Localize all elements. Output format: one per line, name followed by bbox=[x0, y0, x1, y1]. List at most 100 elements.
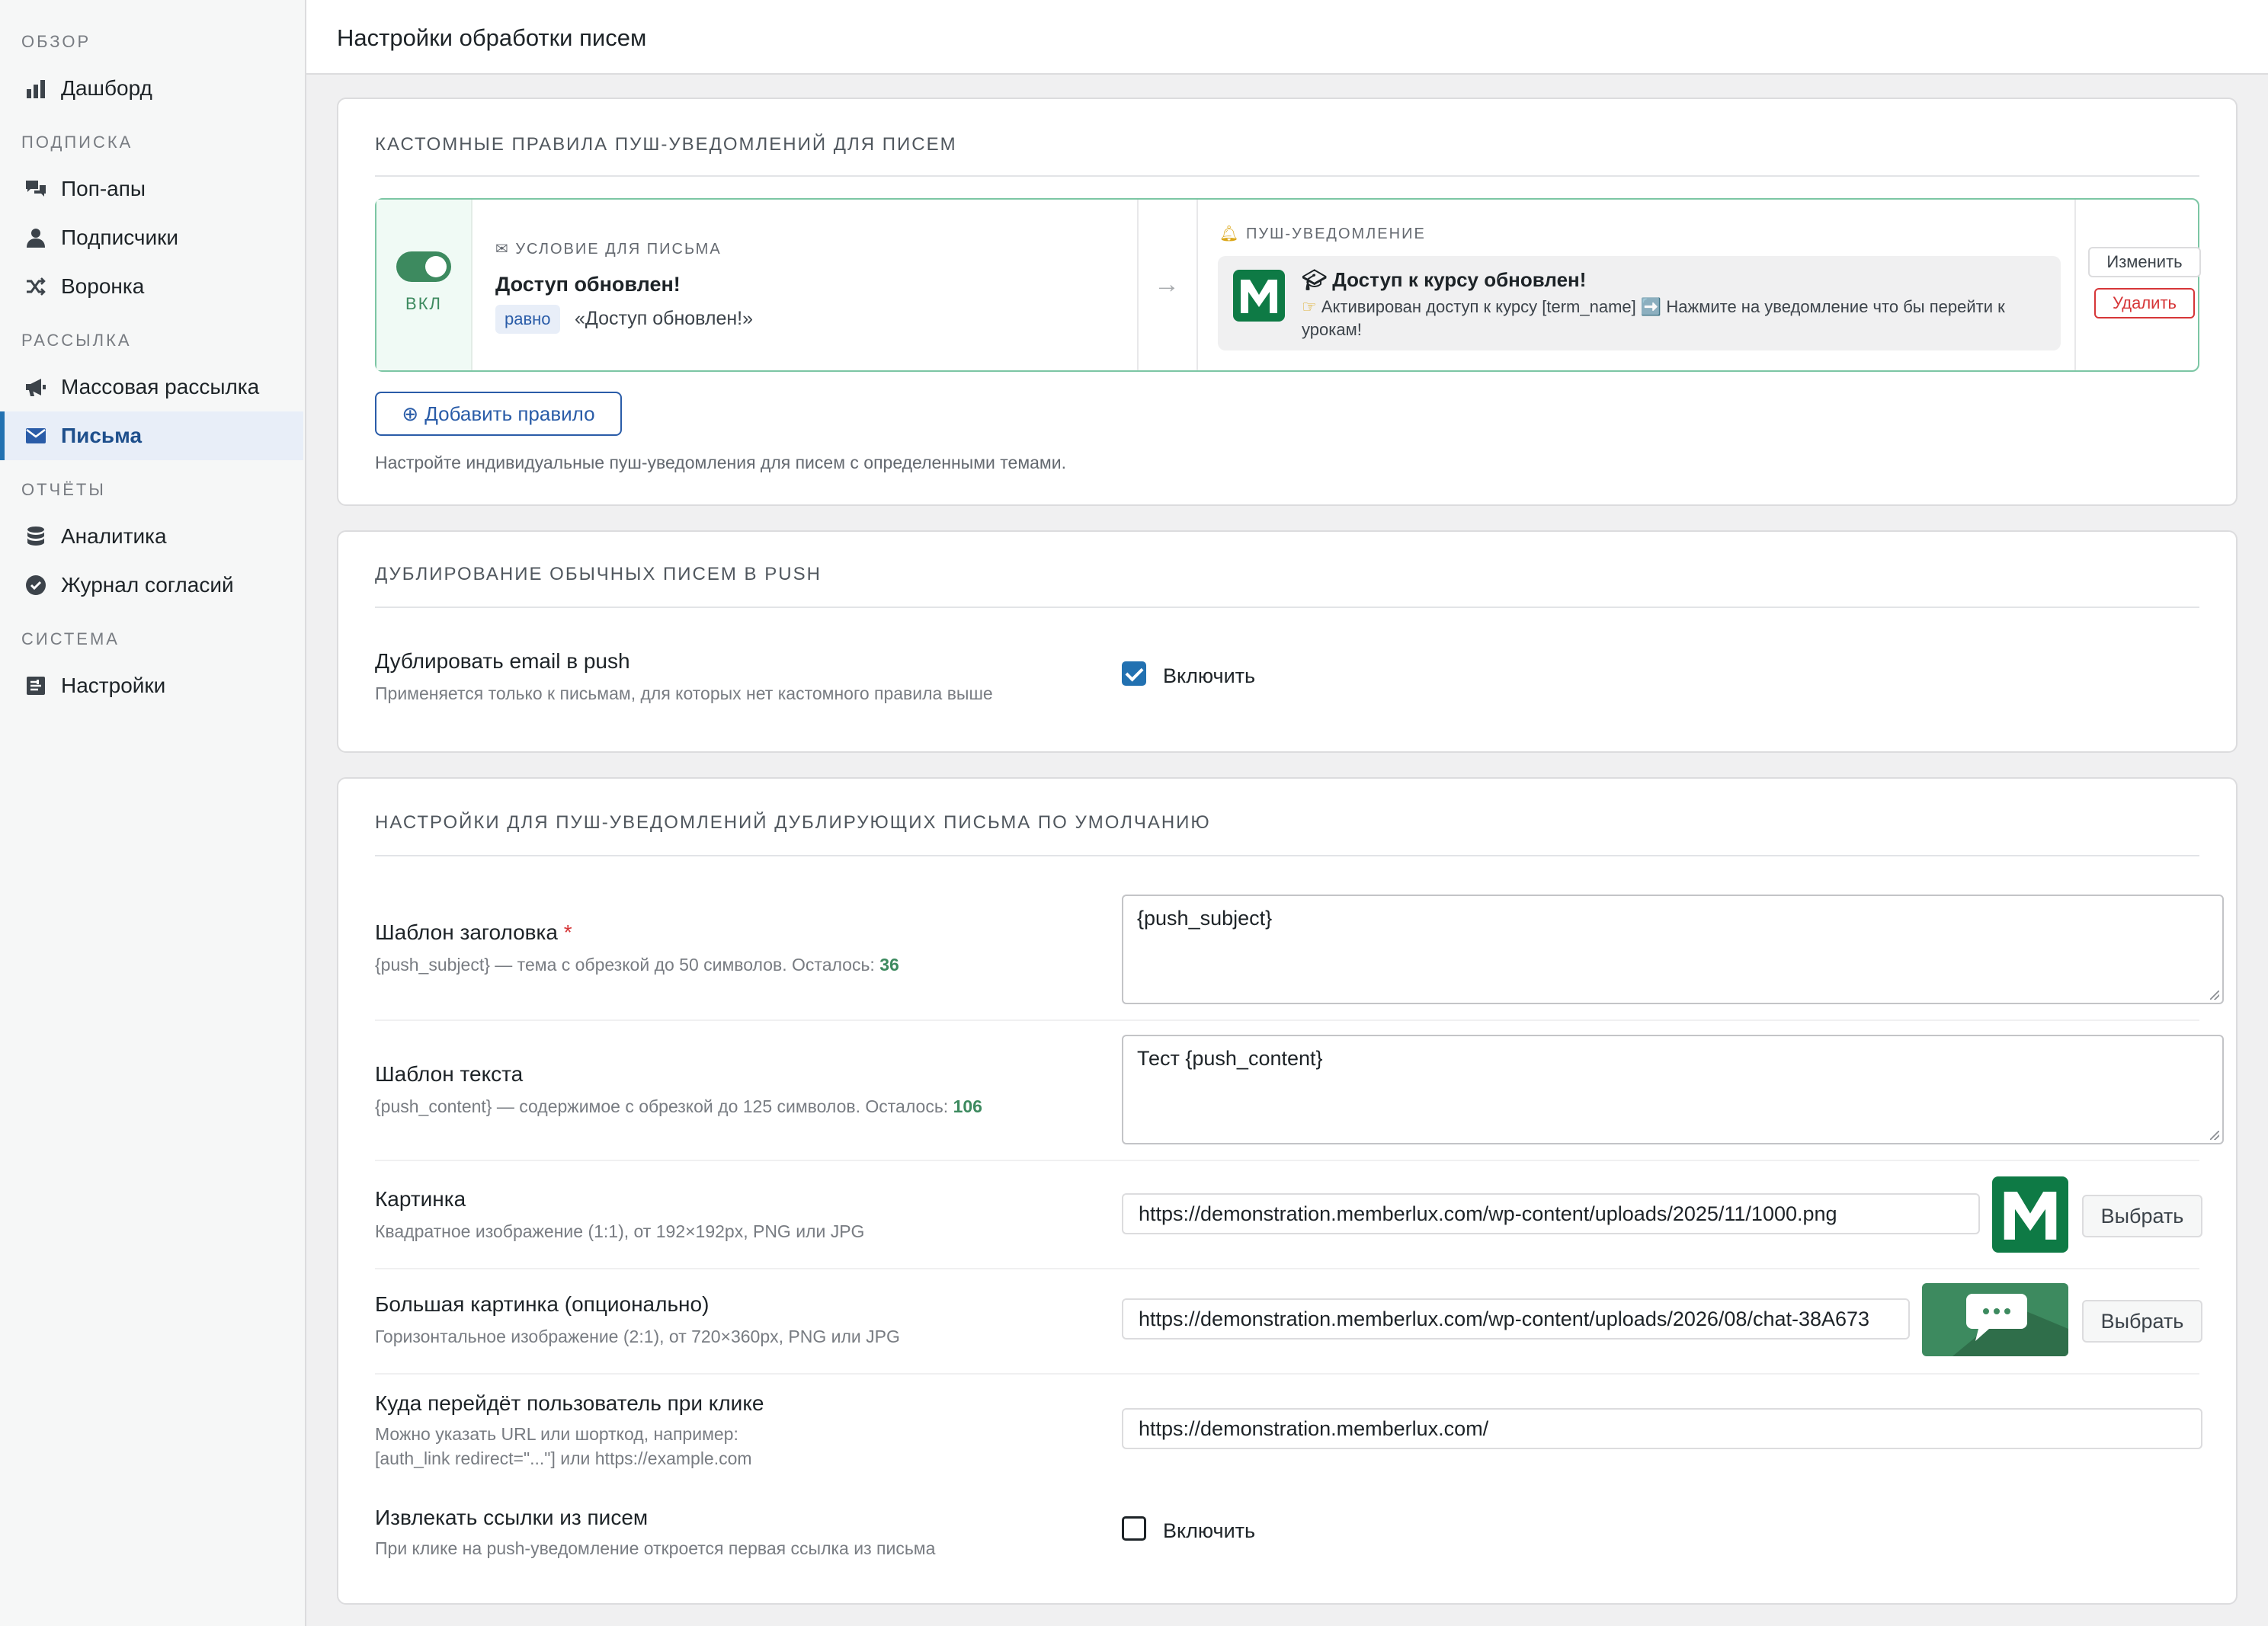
click-url-label: Куда перейдёт пользователь при клике bbox=[375, 1391, 764, 1415]
subject-label-text: Шаблон заголовка bbox=[375, 920, 558, 944]
sidebar-item-label: Журнал согласий bbox=[61, 573, 234, 597]
sidebar-item-label: Письма bbox=[61, 424, 143, 447]
push-preview: 🎓︎ Доступ к курсу обновлен! ☞ Активирова… bbox=[1218, 256, 2061, 350]
operator-badge: равно bbox=[495, 305, 560, 334]
sidebar-item-label: Подписчики bbox=[61, 226, 179, 249]
rules-help-text: Настройте индивидуальные пуш-уведомления… bbox=[375, 453, 1066, 472]
checkbox-label: Включить bbox=[1163, 1519, 1256, 1542]
sidebar-item-consent-log[interactable]: Журнал согласий bbox=[0, 561, 303, 610]
check-circle-icon bbox=[23, 572, 49, 598]
rule-row: ВКЛ ✉︎ Условие для письма Доступ обновле… bbox=[375, 198, 2201, 372]
sidebar-item-mass-mailing[interactable]: Массовая рассылка bbox=[0, 363, 303, 411]
subject-label: Шаблон заголовка * bbox=[375, 920, 572, 945]
subject-desc-text: {push_subject} — тема с обрезкой до 50 с… bbox=[375, 955, 875, 975]
envelope-icon bbox=[23, 423, 49, 449]
toggle-label: ВКЛ bbox=[405, 294, 442, 313]
push-label: 🔔︎ Пуш-уведомление bbox=[1219, 224, 1426, 243]
image-label: Картинка bbox=[375, 1187, 466, 1211]
divider bbox=[2074, 200, 2076, 370]
app-logo-icon bbox=[1233, 270, 1285, 322]
content-desc-text: {push_content} — содержимое с обрезкой д… bbox=[375, 1096, 949, 1116]
divider bbox=[375, 607, 2199, 608]
sidebar-item-subscribers[interactable]: Подписчики bbox=[0, 213, 303, 262]
add-rule-label: Добавить правило bbox=[424, 402, 595, 425]
condition-label-text: Условие для письма bbox=[515, 241, 722, 258]
subject-template-textarea[interactable]: {push_subject} bbox=[1122, 895, 2224, 1004]
bar-chart-icon bbox=[23, 75, 49, 101]
divider bbox=[375, 1160, 2199, 1161]
plus-circle-icon: ⊕ bbox=[402, 402, 419, 425]
push-title-text: Доступ к курсу обновлен! bbox=[1332, 268, 1587, 291]
big-image-description: Горизонтальное изображение (2:1), от 720… bbox=[375, 1327, 900, 1346]
sidebar-item-popups[interactable]: Поп-апы bbox=[0, 165, 303, 213]
database-icon bbox=[23, 523, 49, 549]
card-title: Кастомные правила пуш-уведомлений для пи… bbox=[375, 134, 957, 155]
arrow-right-icon: → bbox=[1154, 270, 1180, 299]
settings-icon bbox=[23, 673, 49, 699]
divider bbox=[375, 1019, 2199, 1021]
content-remaining: 106 bbox=[953, 1096, 982, 1116]
click-url-input[interactable]: https://demonstration.memberlux.com/ bbox=[1122, 1408, 2202, 1449]
image-preview bbox=[1992, 1176, 2068, 1253]
rule-enabled-toggle[interactable] bbox=[396, 251, 451, 282]
push-text-body: Активирован доступ к курсу [term_name] ➡… bbox=[1302, 297, 2005, 339]
condition-title: Доступ обновлен! bbox=[495, 273, 681, 296]
sidebar-group-overview: Обзор bbox=[21, 32, 91, 51]
duplicate-email-checkbox[interactable] bbox=[1122, 661, 1146, 686]
sidebar-group-system: Система bbox=[21, 629, 120, 648]
sidebar-item-label: Дашборд bbox=[61, 76, 152, 100]
delete-rule-button[interactable]: Удалить bbox=[2094, 288, 2195, 318]
user-icon bbox=[23, 225, 49, 251]
duplicate-card: Дублирование обычных писем в push Дублир… bbox=[337, 530, 2238, 753]
content-description: {push_content} — содержимое с обрезкой д… bbox=[375, 1094, 982, 1119]
card-title: Настройки для пуш-уведомлений дублирующи… bbox=[375, 812, 1211, 833]
edit-rule-button[interactable]: Изменить bbox=[2088, 247, 2201, 277]
pick-big-image-button[interactable]: Выбрать bbox=[2082, 1300, 2202, 1343]
field-description: Применяется только к письмам, для которы… bbox=[375, 683, 993, 703]
push-label-text: Пуш-уведомление bbox=[1245, 226, 1426, 242]
page-header: Настройки обработки писем bbox=[306, 0, 2268, 75]
extract-links-description: При клике на push-уведомление откроется … bbox=[375, 1538, 936, 1558]
image-description: Квадратное изображение (1:1), от 192×192… bbox=[375, 1221, 865, 1241]
image-url-input[interactable]: https://demonstration.memberlux.com/wp-c… bbox=[1122, 1193, 1980, 1234]
extract-links-label: Извлекать ссылки из писем bbox=[375, 1506, 649, 1529]
click-url-description-line2: [auth_link redirect="..."] или https://e… bbox=[375, 1448, 752, 1468]
extract-links-checkbox[interactable] bbox=[1122, 1516, 1146, 1541]
divider bbox=[375, 1373, 2199, 1375]
shuffle-icon bbox=[23, 274, 49, 299]
bell-icon: 🔔︎ bbox=[1219, 226, 1246, 242]
comments-icon bbox=[23, 176, 49, 202]
envelope-icon: ✉︎ bbox=[495, 241, 516, 258]
push-title: 🎓︎ Доступ к курсу обновлен! bbox=[1302, 268, 1586, 292]
subject-remaining: 36 bbox=[879, 955, 899, 975]
content-label: Шаблон текста bbox=[375, 1062, 524, 1086]
content-template-textarea[interactable]: Тест {push_content} bbox=[1122, 1035, 2224, 1144]
sidebar-item-dashboard[interactable]: Дашборд bbox=[0, 64, 303, 113]
divider bbox=[1137, 200, 1139, 370]
sidebar-item-analytics[interactable]: Аналитика bbox=[0, 512, 303, 561]
pick-image-button[interactable]: Выбрать bbox=[2082, 1195, 2202, 1237]
sidebar-item-funnel[interactable]: Воронка bbox=[0, 262, 303, 311]
sidebar-group-mailing: Рассылка bbox=[21, 331, 132, 350]
sidebar-item-settings[interactable]: Настройки bbox=[0, 661, 303, 710]
sidebar-item-letters[interactable]: Письма bbox=[0, 411, 303, 460]
condition-value: «Доступ обновлен!» bbox=[575, 308, 754, 329]
page-title: Настройки обработки писем bbox=[337, 24, 647, 51]
required-mark: * bbox=[563, 920, 572, 944]
divider bbox=[1196, 200, 1198, 370]
sidebar: Обзор Дашборд Подписка Поп-апы Подписчик… bbox=[0, 0, 306, 1626]
field-label: Дублировать email в push bbox=[375, 649, 630, 673]
click-url-description-line1: Можно указать URL или шорткод, например: bbox=[375, 1424, 738, 1444]
sidebar-item-label: Поп-апы bbox=[61, 177, 146, 200]
add-rule-button[interactable]: ⊕ Добавить правило bbox=[375, 392, 622, 436]
big-image-url-input[interactable]: https://demonstration.memberlux.com/wp-c… bbox=[1122, 1298, 1910, 1340]
custom-rules-card: Кастомные правила пуш-уведомлений для пи… bbox=[337, 98, 2238, 506]
divider bbox=[375, 1268, 2199, 1269]
big-image-label: Большая картинка (опционально) bbox=[375, 1292, 710, 1316]
sidebar-item-label: Аналитика bbox=[61, 524, 167, 548]
graduation-cap-icon: 🎓︎ bbox=[1302, 268, 1333, 291]
sidebar-group-reports: Отчёты bbox=[21, 480, 106, 499]
sidebar-item-label: Воронка bbox=[61, 274, 145, 298]
sidebar-group-subscription: Подписка bbox=[21, 133, 133, 152]
rule-toggle-column: ВКЛ bbox=[376, 200, 472, 370]
